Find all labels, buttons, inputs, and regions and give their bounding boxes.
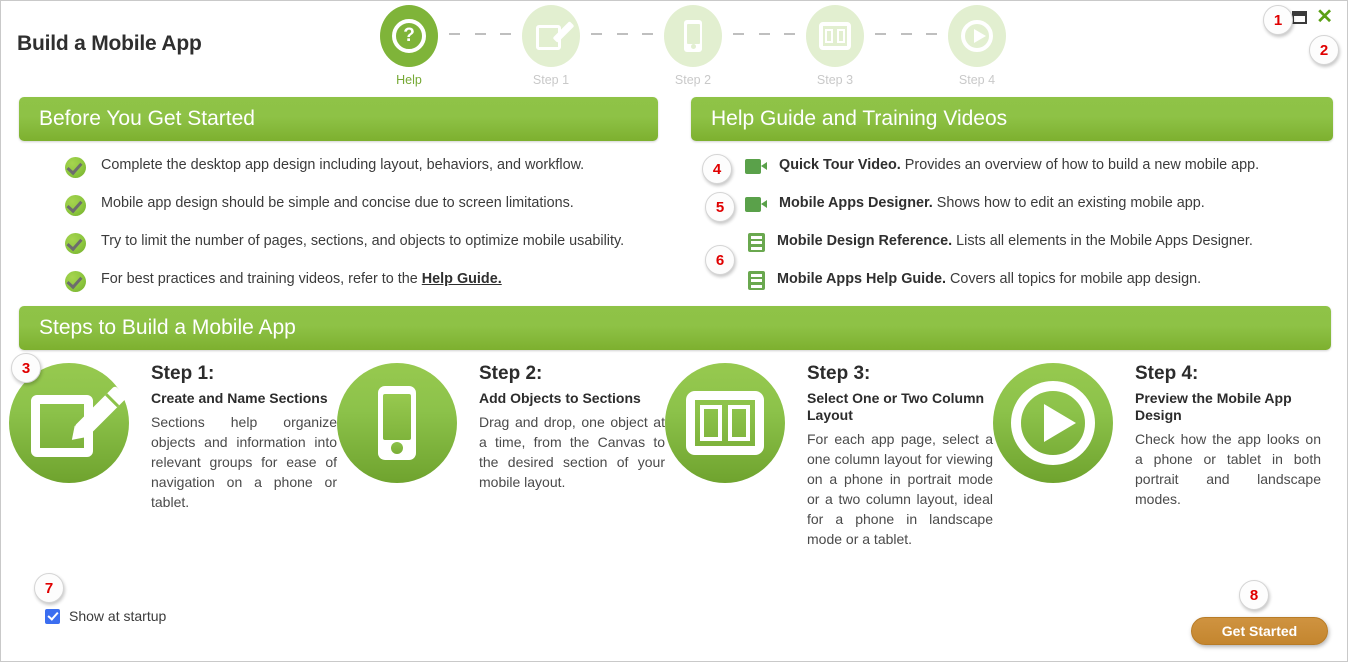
- stepper-connector: [733, 33, 795, 35]
- video-camera-icon: [745, 197, 767, 212]
- dialog-header: Build a Mobile App ? Help Step 1 Step 2 …: [1, 1, 1347, 93]
- step-subheading: Select One or Two Column Layout: [807, 390, 985, 423]
- stepper-connector: [449, 33, 511, 35]
- help-guide-and-training-videos-panel: Help Guide and Training Videos Quick Tou…: [691, 97, 1333, 307]
- panel-title-before: Before You Get Started: [19, 97, 658, 141]
- help-item-desc: Lists all elements in the Mobile Apps De…: [952, 233, 1253, 249]
- list-item: For best practices and training videos, …: [19, 269, 658, 307]
- help-item-text: Mobile Apps Designer. Shows how to edit …: [779, 193, 1205, 214]
- help-item-desc: Shows how to edit an existing mobile app…: [932, 195, 1205, 211]
- step-heading: Step 1:: [151, 363, 215, 384]
- step-heading: Step 2:: [479, 363, 543, 384]
- list-item: Try to limit the number of pages, sectio…: [19, 231, 658, 269]
- before-you-get-started-panel: Before You Get Started Complete the desk…: [19, 97, 658, 307]
- stepper-label-help: Help: [396, 73, 422, 87]
- stepper-label-step2: Step 2: [674, 73, 712, 87]
- window-controls: ✕: [1292, 7, 1333, 27]
- help-item-text: Quick Tour Video. Provides an overview o…: [779, 155, 1259, 176]
- list-item[interactable]: Mobile Design Reference. Lists all eleme…: [691, 231, 1333, 269]
- restore-icon[interactable]: [1292, 10, 1308, 24]
- step-body: Check how the app looks on a phone or ta…: [1135, 431, 1321, 507]
- step-subheading: Preview the Mobile App Design: [1135, 390, 1292, 423]
- callout-6: 6: [705, 245, 735, 275]
- stepper-connector: [875, 33, 937, 35]
- step-heading: Step 3:: [807, 363, 871, 384]
- step-card-4: Step 4: Preview the Mobile App Design Ch…: [993, 363, 1321, 549]
- help-dialog-window: Build a Mobile App ? Help Step 1 Step 2 …: [0, 0, 1348, 662]
- check-circle-icon: [65, 271, 86, 292]
- stepper-label-step4: Step 4: [958, 73, 996, 87]
- video-camera-icon: [745, 159, 767, 174]
- stepper-label-step3: Step 3: [816, 73, 854, 87]
- two-column-icon[interactable]: [806, 5, 864, 67]
- help-item-title: Mobile Apps Help Guide.: [777, 271, 946, 287]
- page-title: Build a Mobile App: [17, 32, 202, 55]
- check-circle-icon: [65, 157, 86, 178]
- help-item-desc: Provides an overview of how to build a n…: [900, 157, 1260, 173]
- checkbox-checked-icon[interactable]: [45, 608, 60, 624]
- help-guide-link[interactable]: Help Guide.: [422, 271, 502, 287]
- check-circle-icon: [65, 195, 86, 216]
- check-circle-icon: [65, 233, 86, 254]
- step-card-2: Step 2: Add Objects to Sections Drag and…: [337, 363, 665, 549]
- show-at-startup-label: Show at startup: [69, 608, 167, 624]
- panel-title-steps: Steps to Build a Mobile App: [19, 306, 1331, 350]
- callout-2: 2: [1309, 35, 1339, 65]
- help-resource-list: Quick Tour Video. Provides an overview o…: [691, 155, 1333, 307]
- phone-icon[interactable]: [664, 5, 722, 67]
- pencil-edit-icon[interactable]: [522, 5, 580, 67]
- stepper-label-step1: Step 1: [532, 73, 570, 87]
- step-body: Drag and drop, one object at a time, fro…: [479, 414, 665, 490]
- play-icon[interactable]: [948, 5, 1006, 67]
- callout-8: 8: [1239, 580, 1269, 610]
- step-card-3: Step 3: Select One or Two Column Layout …: [665, 363, 993, 549]
- show-at-startup-checkbox[interactable]: Show at startup: [45, 608, 166, 624]
- step-body: For each app page, select a one column l…: [807, 431, 993, 547]
- list-item[interactable]: Mobile Apps Help Guide. Covers all topic…: [691, 269, 1333, 307]
- question-mark-icon[interactable]: ?: [380, 5, 438, 67]
- list-item: Complete the desktop app design includin…: [19, 155, 658, 193]
- close-icon[interactable]: ✕: [1316, 7, 1333, 27]
- step-subheading: Create and Name Sections: [151, 390, 328, 406]
- steps-container: Step 1: Create and Name Sections Section…: [9, 363, 1339, 549]
- stepper-node-step3[interactable]: Step 3: [795, 5, 875, 87]
- help-item-title: Mobile Design Reference.: [777, 233, 953, 249]
- panel-title-help: Help Guide and Training Videos: [691, 97, 1333, 141]
- phone-icon: [337, 363, 457, 483]
- step-card-1: Step 1: Create and Name Sections Section…: [9, 363, 337, 549]
- checklist-text: Complete the desktop app design includin…: [101, 157, 585, 173]
- help-item-title: Mobile Apps Designer.: [779, 195, 933, 211]
- help-item-desc: Covers all topics for mobile app design.: [945, 271, 1202, 287]
- play-icon: [993, 363, 1113, 483]
- callout-7: 7: [34, 573, 64, 603]
- stepper-node-help[interactable]: ? Help: [369, 5, 449, 87]
- stepper-connector: [591, 33, 653, 35]
- before-checklist: Complete the desktop app design includin…: [19, 155, 658, 307]
- checklist-text-prefix: For best practices and training videos, …: [101, 271, 422, 287]
- help-item-text: Mobile Design Reference. Lists all eleme…: [777, 231, 1253, 252]
- stepper-node-step2[interactable]: Step 2: [653, 5, 733, 87]
- step-subheading: Add Objects to Sections: [479, 390, 641, 406]
- list-item[interactable]: Mobile Apps Designer. Shows how to edit …: [691, 193, 1333, 231]
- help-item-title: Quick Tour Video.: [779, 157, 901, 173]
- checklist-text: For best practices and training videos, …: [101, 269, 502, 290]
- list-item: Mobile app design should be simple and c…: [19, 193, 658, 231]
- two-column-icon: [665, 363, 785, 483]
- book-icon: [748, 271, 765, 290]
- help-item-text: Mobile Apps Help Guide. Covers all topic…: [777, 269, 1201, 290]
- step-heading: Step 4:: [1135, 363, 1199, 384]
- step-progress-bar: ? Help Step 1 Step 2 Step 3 Step 4: [369, 5, 1017, 87]
- checklist-text: Mobile app design should be simple and c…: [101, 195, 574, 211]
- callout-3: 3: [11, 353, 41, 383]
- callout-5: 5: [705, 192, 735, 222]
- list-item[interactable]: Quick Tour Video. Provides an overview o…: [691, 155, 1333, 193]
- checklist-text: Try to limit the number of pages, sectio…: [101, 233, 625, 249]
- callout-4: 4: [702, 154, 732, 184]
- book-icon: [748, 233, 765, 252]
- callout-1: 1: [1263, 5, 1293, 35]
- stepper-node-step4[interactable]: Step 4: [937, 5, 1017, 87]
- step-body: Sections help organize objects and infor…: [151, 414, 337, 510]
- stepper-node-step1[interactable]: Step 1: [511, 5, 591, 87]
- get-started-button[interactable]: Get Started: [1191, 617, 1328, 645]
